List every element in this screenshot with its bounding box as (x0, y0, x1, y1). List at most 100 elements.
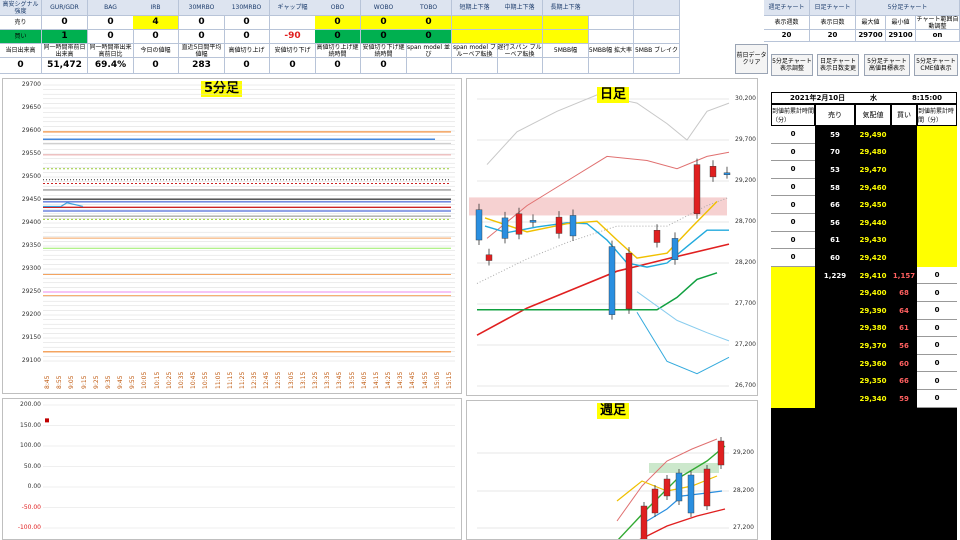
min-value[interactable]: 29100 (886, 30, 916, 42)
daily-candle (709, 166, 717, 178)
min5-chart-plot (43, 84, 455, 362)
signal-buy-5: 0 (224, 30, 270, 44)
stat-value-0: 0 (0, 58, 42, 74)
order-book-buy-1 (891, 143, 917, 162)
signal-buy-10 (452, 30, 498, 44)
order-book-c1-1: 0 (771, 143, 815, 162)
min5-x-tick: 9:55 (129, 375, 137, 389)
change-daily-days-button[interactable]: 日足チャート表示日数変更 (817, 54, 859, 76)
signal-sell-5: 0 (224, 16, 270, 30)
weekly-y-tick: 29,200 (733, 449, 754, 456)
order-book-c2-5 (917, 214, 957, 232)
weeks-value[interactable]: 20 (764, 30, 810, 42)
signal-label-5: 130MRBO (224, 0, 270, 16)
min5-x-tick: 14:15 (372, 371, 380, 389)
daily-y-tick: 28,200 (735, 259, 756, 266)
days-value[interactable]: 20 (810, 30, 856, 42)
stat-value-1: 51,472 (42, 58, 88, 74)
signal-label-2: BAG (88, 0, 134, 16)
min5-x-tick: 14:45 (409, 371, 417, 389)
cme-5min-button[interactable]: 5分足チャートCME値表示 (914, 54, 958, 76)
order-book-buy-7 (891, 249, 917, 267)
order-book-c2-12: 0 (917, 337, 957, 355)
min5-x-tick: 11:05 (214, 371, 222, 389)
oscillator-point (45, 418, 49, 423)
order-book-buy-10: 64 (891, 302, 917, 320)
order-book-buy-6 (891, 231, 917, 250)
order-book-c1-13 (771, 354, 815, 373)
signal-sell-12 (543, 16, 589, 30)
order-book-c2-1 (917, 143, 957, 162)
signal-label-7: OBO (315, 0, 361, 16)
order-book-c2-4 (917, 196, 957, 214)
signal-sell-4: 0 (179, 16, 225, 30)
order-book-c2-14: 0 (917, 372, 957, 390)
order-book-price-9: 29,400 (855, 284, 891, 302)
weekly-y-tick: 27,200 (733, 524, 754, 531)
order-book-price-13: 29,360 (855, 354, 891, 373)
daily-candle (671, 238, 679, 260)
signal-label-14 (634, 0, 680, 16)
min5-x-tick: 9:25 (92, 375, 100, 389)
stat-label-11: 遅行スパン ブルーベア転換 (497, 44, 543, 58)
order-book-price-0: 29,490 (855, 126, 891, 144)
signal-sell-3: 4 (133, 16, 179, 30)
daily-candle (653, 229, 661, 243)
clear-daily-button[interactable]: 前日データクリア (735, 44, 768, 74)
order-book-buy-14: 66 (891, 372, 917, 390)
order-book-price-3: 29,460 (855, 178, 891, 197)
stat-label-13: 5MBB幅 拡大率 (588, 44, 634, 58)
order-book-buy-11: 61 (891, 319, 917, 338)
weekly-chart-label: 週足チャート (764, 0, 810, 16)
order-book-sell-11 (815, 319, 855, 338)
min5-x-tick: 13:35 (324, 371, 332, 389)
signal-buy-6: -90 (270, 30, 316, 44)
daily-candle (555, 216, 563, 234)
order-book-sell-13 (815, 354, 855, 373)
high-target-5min-button[interactable]: 5分足チャート高値目標表示 (864, 54, 910, 76)
order-book-price-5: 29,440 (855, 214, 891, 232)
stat-value-12 (543, 58, 589, 74)
order-book-header: 2021年2月10日 水 8:15:00 (771, 92, 957, 104)
order-book-price-14: 29,350 (855, 372, 891, 390)
stat-label-7: 高値切り上げ継続時間 (315, 44, 361, 58)
auto-value[interactable]: on (916, 30, 960, 42)
daily-chart-plot (469, 94, 731, 387)
daily-candle (529, 220, 537, 223)
daily-candle (723, 172, 731, 176)
order-book-price-11: 29,380 (855, 319, 891, 338)
signal-label-13 (588, 0, 634, 16)
signal-buy-8: 0 (361, 30, 407, 44)
min5-x-tick: 14:05 (360, 371, 368, 389)
max-value[interactable]: 29700 (856, 30, 886, 42)
signal-sell-10 (452, 16, 498, 30)
signal-buy-7: 0 (315, 30, 361, 44)
daily-candle (569, 215, 577, 237)
order-book-sell-9 (815, 284, 855, 302)
min5-x-tick: 10:35 (178, 371, 185, 389)
order-book-c2-2 (917, 161, 957, 179)
order-book-c1-8 (771, 266, 815, 285)
oscillator-plot (43, 404, 455, 529)
stat-label-0: 当日出来高 (0, 44, 42, 58)
min5-x-tick: 8:45 (44, 375, 51, 389)
order-book-buy-9: 68 (891, 284, 917, 302)
adjust-5min-button[interactable]: 5分足チャート表示調整 (771, 54, 813, 76)
min5-x-tick: 11:15 (226, 371, 234, 389)
order-book-sell-0: 59 (815, 126, 855, 144)
min5-x-tick: 13:55 (348, 371, 356, 389)
stat-label-3: 今日の値幅 (133, 44, 179, 58)
order-book-buy-3 (891, 178, 917, 197)
daily-candle (501, 217, 509, 239)
order-book-c1-9 (771, 284, 815, 302)
order-book-sell-4: 66 (815, 196, 855, 214)
stat-value-11 (497, 58, 543, 74)
daily-candle (693, 164, 701, 214)
min5-chart-panel: 5分足 29700 29650 29600 29550 29500 29450 29400 2… (2, 78, 462, 394)
order-book-price-4: 29,450 (855, 196, 891, 214)
order-book-sell-7: 60 (815, 249, 855, 267)
order-book-price-7: 29,420 (855, 249, 891, 267)
order-book-c2-6 (917, 231, 957, 250)
daily-y-tick: 28,700 (735, 218, 756, 225)
min5-x-tick: 10:15 (153, 371, 161, 389)
